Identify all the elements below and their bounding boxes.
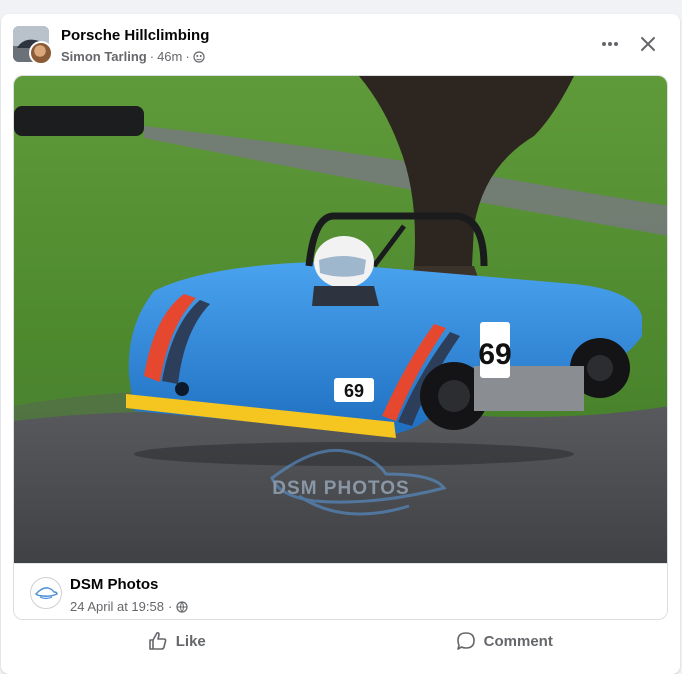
comment-label: Comment bbox=[483, 632, 553, 650]
group-audience-icon bbox=[193, 50, 205, 63]
globe-icon bbox=[176, 600, 188, 613]
meta-separator: · bbox=[149, 49, 155, 64]
post-actions: Like Comment bbox=[13, 626, 668, 656]
meta-separator: · bbox=[167, 599, 173, 614]
post-header: Porsche Hillclimbing Simon Tarling · 46m… bbox=[13, 26, 668, 66]
author-name-link[interactable]: Simon Tarling bbox=[61, 49, 147, 64]
shared-meta: 24 April at 19:58 · bbox=[70, 599, 188, 614]
post-card: Porsche Hillclimbing Simon Tarling · 46m… bbox=[1, 14, 680, 674]
car-number: 69 bbox=[478, 338, 511, 371]
group-name-link[interactable]: Porsche Hillclimbing bbox=[61, 27, 209, 44]
more-options-button[interactable] bbox=[596, 30, 624, 58]
watermark-text: DSM PHOTOS bbox=[272, 478, 409, 499]
like-label: Like bbox=[175, 632, 206, 650]
thumbs-up-icon bbox=[148, 631, 167, 650]
post-timestamp[interactable]: 46m bbox=[157, 49, 182, 64]
comment-button[interactable]: Comment bbox=[341, 626, 669, 656]
like-button[interactable]: Like bbox=[13, 626, 341, 656]
comment-bubble-icon bbox=[456, 632, 475, 650]
close-button[interactable] bbox=[634, 30, 662, 58]
author-avatar[interactable] bbox=[29, 41, 53, 65]
shared-timestamp[interactable]: 24 April at 19:58 bbox=[70, 599, 164, 614]
shared-attribution[interactable]: DSM Photos 24 April at 19:58 · bbox=[14, 563, 667, 619]
more-horizontal-icon bbox=[602, 42, 618, 46]
meta-separator: · bbox=[185, 49, 190, 64]
page-avatar[interactable] bbox=[30, 577, 62, 609]
avatar[interactable] bbox=[13, 26, 53, 66]
post-photo[interactable]: 69 69 DSM PHOTOS bbox=[14, 76, 668, 563]
shared-post[interactable]: 69 69 DSM PHOTOS DSM Photos 24 April at … bbox=[13, 75, 668, 620]
close-icon bbox=[641, 37, 655, 51]
post-meta: Simon Tarling · 46m · bbox=[61, 49, 205, 64]
page-name-link[interactable]: DSM Photos bbox=[70, 576, 158, 593]
front-number: 69 bbox=[344, 381, 364, 401]
